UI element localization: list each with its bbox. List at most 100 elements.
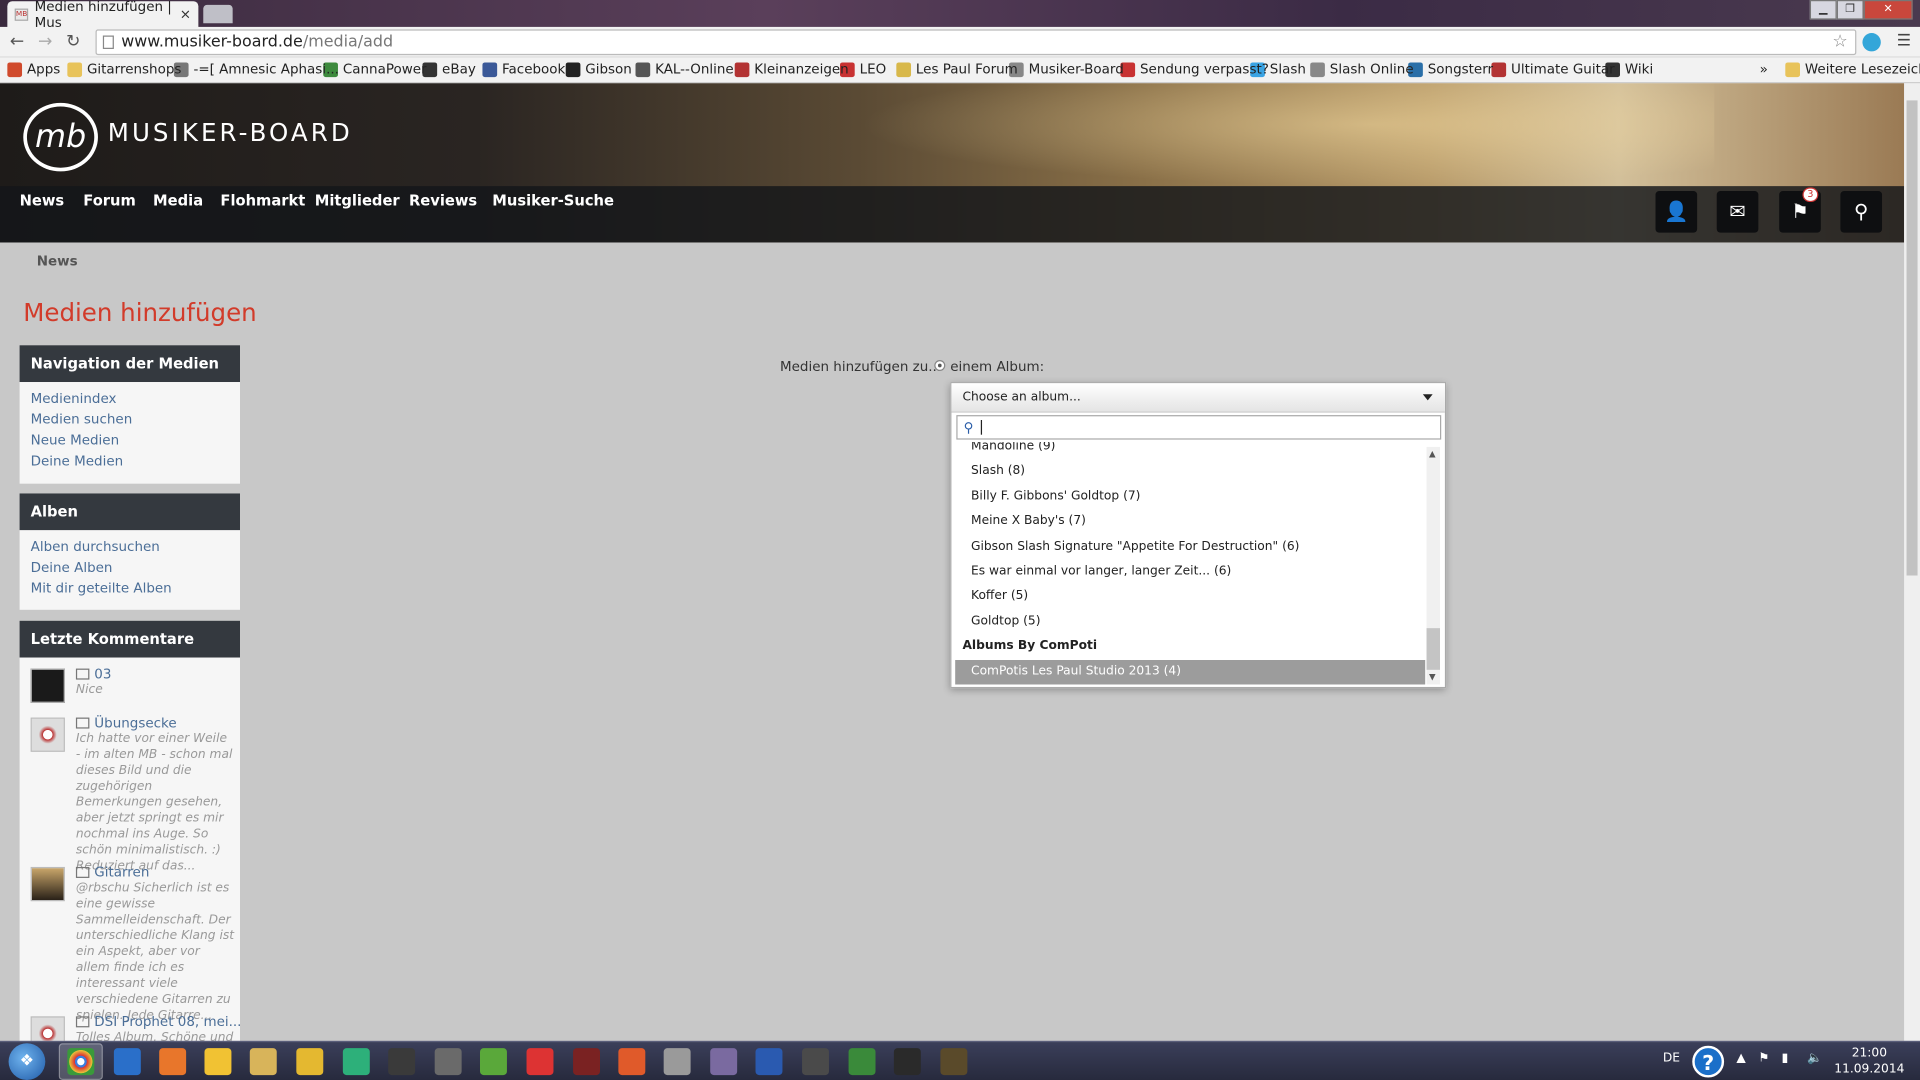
comment-item[interactable]: 03 Nice <box>30 666 240 708</box>
firefox-icon[interactable] <box>159 1048 187 1076</box>
album-option[interactable]: Koffer (5) <box>955 585 1425 609</box>
bookmark-item[interactable]: Apps <box>7 61 60 77</box>
other-bookmarks-folder[interactable]: Weitere Lesezeichen <box>1785 61 1920 77</box>
sidebar-link-neue-medien[interactable]: Neue Medien <box>31 432 240 453</box>
sidebar-link-medien-suchen[interactable]: Medien suchen <box>31 411 240 432</box>
avatar[interactable] <box>30 1016 65 1041</box>
app-icon[interactable] <box>663 1048 691 1076</box>
bookmark-item[interactable]: Sendung verpasst? <box>1120 61 1269 77</box>
album-option[interactable]: Gibson Slash Signature "Appetite For Des… <box>955 535 1425 559</box>
bookmark-item[interactable]: Gitarrenshops <box>67 61 181 77</box>
bookmark-item[interactable]: KAL--Online <box>635 61 734 77</box>
bookmark-item[interactable]: Facebook <box>482 61 565 77</box>
album-select-head[interactable]: Choose an album... <box>951 383 1445 413</box>
forward-arrow-icon[interactable]: → <box>38 32 52 52</box>
album-option[interactable]: Es war einmal vor langer, langer Zeit...… <box>955 560 1425 584</box>
comment-item[interactable]: DSI Prophet 08, mei... Tolles Album. Sch… <box>30 1014 240 1041</box>
app-icon[interactable] <box>526 1048 554 1076</box>
windows-start-icon[interactable]: ❖ <box>8 1043 46 1080</box>
site-logo-text[interactable]: MUSIKER-BOARD <box>108 118 353 147</box>
language-indicator[interactable]: DE <box>1663 1052 1680 1065</box>
bookmark-item[interactable]: eBay <box>422 61 476 77</box>
bookmark-item[interactable]: Ultimate Guitar <box>1491 61 1615 77</box>
bookmark-star-icon[interactable]: ☆ <box>1832 31 1847 54</box>
page-scroll-thumb[interactable] <box>1906 100 1918 576</box>
album-option[interactable]: ComPotis Les Paul Studio 2013 (4) <box>955 659 1426 684</box>
album-search-input[interactable]: ⚲ <box>956 415 1442 440</box>
album-select-dropdown[interactable]: Choose an album... ⚲ Mandoline (9) Slash … <box>950 382 1447 689</box>
taskbar-clock[interactable]: 21:00 11.09.2014 <box>1834 1046 1904 1078</box>
network-signal-icon[interactable]: ▮ <box>1782 1052 1789 1065</box>
app-icon[interactable] <box>802 1048 829 1076</box>
sidebar-link-geteilte-alben[interactable]: Mit dir geteilte Alben <box>31 580 240 601</box>
bookmark-item[interactable]: Musiker-Board <box>1008 61 1124 77</box>
search-icon[interactable]: ⚲ <box>1840 191 1883 233</box>
album-option[interactable]: Mandoline (9) <box>955 442 1425 459</box>
comment-title[interactable]: DSI Prophet 08, mei... <box>94 1014 240 1030</box>
app-icon[interactable] <box>893 1048 921 1076</box>
avatar[interactable] <box>30 668 65 703</box>
hamburger-menu-icon[interactable]: ☰ <box>1897 32 1911 50</box>
comment-item[interactable]: Gitarren @rbschu Sicherlich ist es eine … <box>30 864 240 1022</box>
app-icon[interactable] <box>388 1048 416 1076</box>
app-icon[interactable] <box>434 1048 462 1076</box>
action-center-flag-icon[interactable]: ⚑ <box>1758 1052 1769 1065</box>
dropdown-scroll-thumb[interactable] <box>1426 628 1441 670</box>
app-icon[interactable] <box>848 1048 876 1076</box>
comment-title[interactable]: Gitarren <box>94 864 149 880</box>
volume-icon[interactable]: 🔈 <box>1807 1052 1822 1065</box>
album-option[interactable]: Meine X Baby's (7) <box>955 510 1425 534</box>
sidebar-link-medienindex[interactable]: Medienindex <box>31 391 240 412</box>
comment-title[interactable]: Übungsecke <box>94 715 176 731</box>
nav-forum[interactable]: Forum <box>83 192 136 209</box>
window-close-button[interactable]: ✕ <box>1863 0 1913 20</box>
nav-media[interactable]: Media <box>153 192 203 209</box>
sidebar-link-alben-durchsuchen[interactable]: Alben durchsuchen <box>31 539 240 560</box>
comment-item[interactable]: Übungsecke Ich hatte vor einer Weile - i… <box>30 715 240 873</box>
album-radio[interactable] <box>934 360 946 372</box>
minimize-button[interactable]: ▁ <box>1809 0 1837 20</box>
nav-news[interactable]: News <box>20 192 65 209</box>
avatar[interactable] <box>30 866 65 902</box>
album-option[interactable]: Slash (8) <box>955 460 1425 484</box>
chrome-icon[interactable] <box>67 1048 95 1076</box>
winamp-icon[interactable] <box>296 1048 324 1076</box>
app-icon[interactable] <box>940 1048 968 1076</box>
bookmark-item[interactable]: Kleinanzeigen <box>734 61 849 77</box>
bookmark-item[interactable]: -=[ Amnesic Aphasi... <box>173 61 339 77</box>
internet-explorer-icon[interactable] <box>113 1048 141 1076</box>
bookmark-item[interactable]: Gibson <box>565 61 632 77</box>
app-icon[interactable] <box>573 1048 601 1076</box>
app-icon[interactable] <box>710 1048 738 1076</box>
word-icon[interactable] <box>755 1048 783 1076</box>
scroll-up-icon[interactable]: ▲ <box>1429 449 1436 459</box>
tab-close-icon[interactable]: × <box>180 6 191 22</box>
browser-tab[interactable]: MB Medien hinzufügen | Mus × <box>7 0 199 30</box>
mail-icon[interactable]: ✉ <box>1716 191 1759 233</box>
nav-flohmarkt[interactable]: Flohmarkt <box>220 192 305 209</box>
app-icon[interactable] <box>480 1048 507 1076</box>
nav-reviews[interactable]: Reviews <box>409 192 477 209</box>
reload-icon[interactable]: ↻ <box>66 32 80 52</box>
bookmark-item[interactable]: Les Paul Forum <box>896 61 1018 77</box>
dropdown-scrollbar[interactable]: ▲ ▼ <box>1426 446 1441 685</box>
scroll-down-icon[interactable]: ▼ <box>1429 672 1436 682</box>
sidebar-link-deine-alben[interactable]: Deine Alben <box>31 560 240 581</box>
messenger-icon[interactable] <box>204 1048 232 1076</box>
nav-musiker-suche[interactable]: Musiker-Suche <box>492 192 614 209</box>
nav-mitglieder[interactable]: Mitglieder <box>315 192 400 209</box>
back-arrow-icon[interactable]: ← <box>10 32 24 52</box>
sidebar-link-deine-medien[interactable]: Deine Medien <box>31 453 240 474</box>
new-tab-button[interactable] <box>203 4 233 24</box>
app-icon[interactable] <box>618 1048 646 1076</box>
avatar[interactable] <box>30 717 65 752</box>
site-logo-icon[interactable]: mb <box>23 102 98 172</box>
extension-icon[interactable] <box>1862 33 1881 52</box>
album-option[interactable]: Billy F. Gibbons' Goldtop (7) <box>955 485 1425 509</box>
address-bar[interactable]: www.musiker-board.de/media/add ☆ <box>95 29 1857 56</box>
user-icon[interactable]: 👤 <box>1655 191 1698 233</box>
bookmarks-overflow-button[interactable]: » <box>1760 61 1768 77</box>
page-scrollbar[interactable] <box>1904 83 1920 1041</box>
comment-title[interactable]: 03 <box>94 666 111 682</box>
bookmark-item[interactable]: Songsterr <box>1408 61 1493 77</box>
